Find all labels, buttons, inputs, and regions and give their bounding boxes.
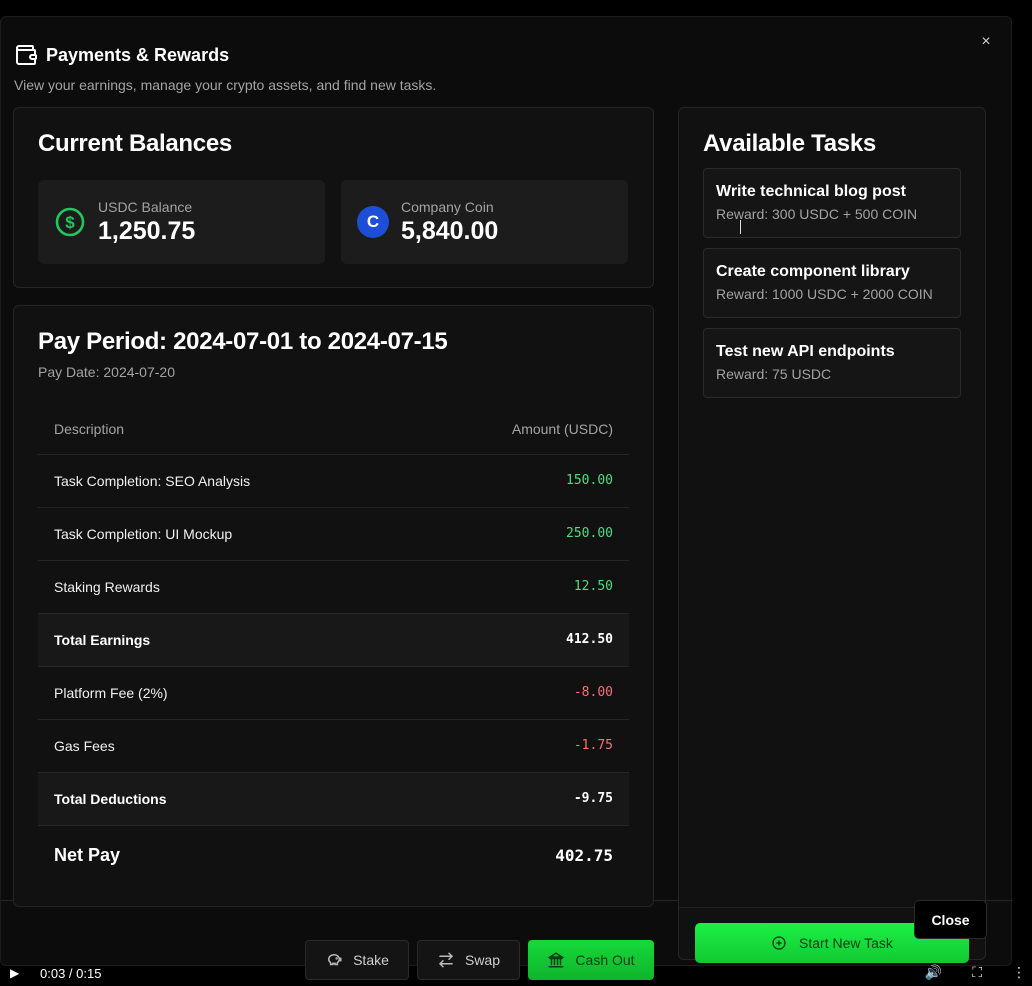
row-amount: 412.50 xyxy=(411,613,629,667)
table-row: Gas Fees -1.75 xyxy=(38,719,629,773)
modal-header: Payments & Rewards View your earnings, m… xyxy=(14,43,437,94)
task-item[interactable]: Test new API endpoints Reward: 75 USDC xyxy=(703,328,961,398)
net-pay-row: Net Pay 402.75 xyxy=(38,825,629,885)
row-description: Staking Rewards xyxy=(38,560,412,614)
row-description: Net Pay xyxy=(54,844,121,865)
company-coin-box: C Company Coin 5,840.00 xyxy=(341,180,628,264)
task-title: Write technical blog post xyxy=(716,183,906,200)
task-reward: Reward: 75 USDC xyxy=(716,366,832,382)
description-header: Description xyxy=(38,404,412,455)
more-options-icon[interactable]: ⋮ xyxy=(1012,964,1026,981)
task-reward: Reward: 300 USDC + 500 COIN xyxy=(716,206,918,222)
fullscreen-icon[interactable]: ⛶ xyxy=(972,964,982,981)
play-icon[interactable]: ▶ xyxy=(10,966,24,980)
company-coin-value: 5,840.00 xyxy=(401,216,499,245)
amount-header: Amount (USDC) xyxy=(411,404,629,455)
task-title: Create component library xyxy=(716,263,910,280)
row-amount: 402.75 xyxy=(555,845,613,865)
row-amount: 250.00 xyxy=(411,507,629,561)
task-reward: Reward: 1000 USDC + 2000 COIN xyxy=(716,286,933,302)
pay-period-title: Pay Period: 2024-07-01 to 2024-07-15 xyxy=(38,328,448,355)
row-amount: -1.75 xyxy=(411,719,629,773)
video-time: 0:03 / 0:15 xyxy=(40,965,102,981)
usdc-balance-label: USDC Balance xyxy=(98,198,193,215)
close-icon[interactable]: × xyxy=(977,33,995,51)
usdc-balance-value: 1,250.75 xyxy=(98,216,196,245)
dollar-circle-icon: $ xyxy=(55,207,85,237)
available-tasks-card: Available Tasks Write technical blog pos… xyxy=(678,107,986,960)
row-description: Total Deductions xyxy=(38,772,412,826)
modal-title: Payments & Rewards xyxy=(14,43,436,67)
modal-title-text: Payments & Rewards xyxy=(46,44,230,65)
row-amount: 12.50 xyxy=(411,560,629,614)
modal-subtitle: View your earnings, manage your crypto a… xyxy=(14,77,437,93)
total-earnings-row: Total Earnings 412.50 xyxy=(38,613,629,667)
table-row: Task Completion: UI Mockup 250.00 xyxy=(38,507,629,561)
start-new-task-label: Start New Task xyxy=(799,935,893,951)
tasks-title: Available Tasks xyxy=(703,130,876,157)
row-description: Task Completion: UI Mockup xyxy=(38,507,412,561)
row-description: Task Completion: SEO Analysis xyxy=(38,454,412,508)
coin-icon: C xyxy=(357,206,389,238)
table-row: Staking Rewards 12.50 xyxy=(38,560,629,614)
balances-title: Current Balances xyxy=(38,130,232,157)
row-description: Platform Fee (2%) xyxy=(38,666,412,720)
pay-date: Pay Date: 2024-07-20 xyxy=(38,364,175,380)
wallet-icon xyxy=(16,45,37,65)
svg-text:$: $ xyxy=(65,213,75,232)
table-header-row: Description Amount (USDC) xyxy=(38,404,629,455)
plus-circle-icon xyxy=(772,936,786,950)
volume-icon[interactable]: 🔊 xyxy=(925,964,942,981)
company-coin-label: Company Coin xyxy=(401,198,494,215)
row-description: Gas Fees xyxy=(38,719,412,773)
total-deductions-row: Total Deductions -9.75 xyxy=(38,772,629,826)
row-description: Total Earnings xyxy=(38,613,412,667)
text-cursor-icon xyxy=(740,220,746,234)
pay-period-card: Pay Period: 2024-07-01 to 2024-07-15 Pay… xyxy=(13,305,654,907)
close-button[interactable]: Close xyxy=(914,900,987,939)
usdc-balance-box: $ USDC Balance 1,250.75 xyxy=(38,180,325,264)
row-amount: -8.00 xyxy=(411,666,629,720)
table-row: Task Completion: SEO Analysis 150.00 xyxy=(38,454,629,508)
task-title: Test new API endpoints xyxy=(716,343,895,360)
row-amount: -9.75 xyxy=(411,772,629,826)
current-balances-card: Current Balances $ USDC Balance 1,250.75… xyxy=(13,107,654,288)
row-amount: 150.00 xyxy=(411,454,629,508)
task-item[interactable]: Create component library Reward: 1000 US… xyxy=(703,248,961,318)
video-controls: ▶ 0:03 / 0:15 🔊 ⛶ ⋮ xyxy=(0,960,1032,986)
earnings-table: Description Amount (USDC) Task Completio… xyxy=(38,404,629,885)
table-row: Platform Fee (2%) -8.00 xyxy=(38,666,629,720)
